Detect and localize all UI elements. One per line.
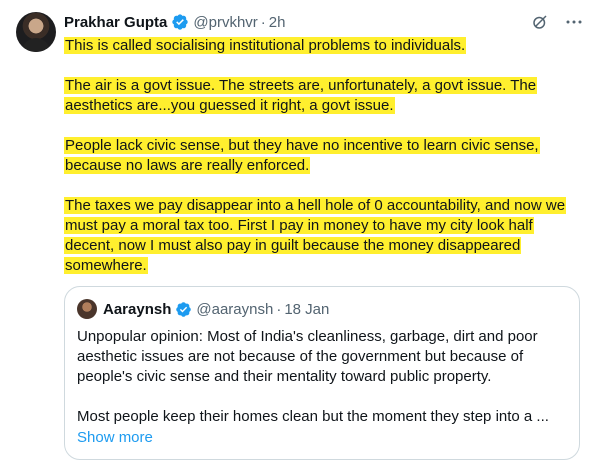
author-avatar[interactable] bbox=[16, 12, 56, 52]
tweet-actions bbox=[530, 12, 584, 32]
grok-icon[interactable] bbox=[530, 12, 550, 32]
separator-dot: · bbox=[260, 13, 266, 31]
author-name[interactable]: Prakhar Gupta bbox=[64, 14, 167, 31]
tweet-paragraph: This is called socialising institutional… bbox=[64, 37, 467, 54]
tweet-paragraph: The taxes we pay disappear into a hell h… bbox=[64, 197, 567, 274]
author-handle[interactable]: @prvkhvr bbox=[193, 14, 257, 31]
tweet-time[interactable]: 2h bbox=[269, 14, 286, 31]
tweet-header: Prakhar Gupta @prvkhvr · 2h bbox=[64, 12, 285, 32]
tweet-paragraph: The air is a govt issue. The streets are… bbox=[64, 77, 538, 114]
quoted-tweet-header: Aaraynsh @aaraynsh · 18 Jan bbox=[103, 299, 329, 319]
quoted-author-avatar[interactable] bbox=[77, 299, 97, 319]
quoted-paragraph: Most people keep their homes clean but t… bbox=[77, 408, 549, 425]
verified-badge-icon bbox=[172, 14, 189, 30]
quoted-author-handle[interactable]: @aaraynsh bbox=[196, 301, 273, 318]
show-more-link[interactable]: Show more bbox=[77, 429, 153, 446]
tweet[interactable]: Prakhar Gupta @prvkhvr · 2h This is call… bbox=[0, 0, 598, 472]
quoted-author-name[interactable]: Aaraynsh bbox=[103, 301, 171, 318]
separator-dot: · bbox=[276, 300, 282, 318]
quoted-tweet[interactable]: Aaraynsh @aaraynsh · 18 Jan Unpopular op… bbox=[64, 286, 580, 460]
tweet-paragraph: People lack civic sense, but they have n… bbox=[64, 137, 540, 174]
quoted-paragraph: Unpopular opinion: Most of India's clean… bbox=[77, 328, 538, 385]
tweet-text: This is called socialising institutional… bbox=[64, 36, 584, 296]
verified-badge-icon bbox=[176, 301, 192, 317]
more-options-icon[interactable] bbox=[564, 12, 584, 32]
quoted-tweet-time[interactable]: 18 Jan bbox=[284, 301, 329, 318]
